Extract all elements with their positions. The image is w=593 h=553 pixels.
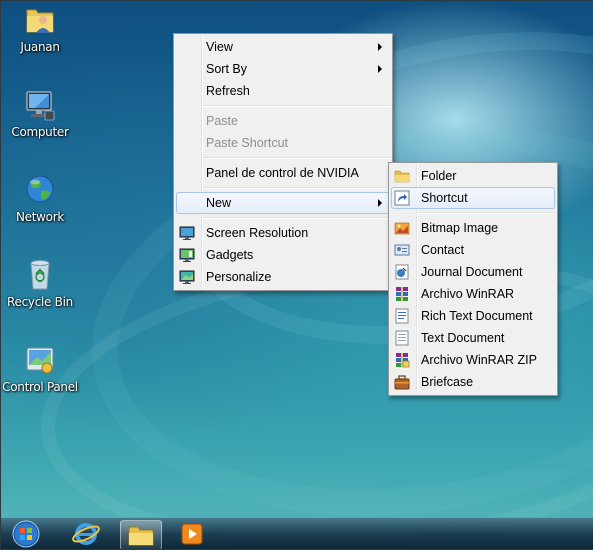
desktop-icon-control-panel[interactable]: Control Panel xyxy=(0,343,80,394)
submenu-arrow-icon xyxy=(378,199,382,207)
menu-item-label: Bitmap Image xyxy=(421,221,499,235)
menu-item-label: Sort By xyxy=(206,62,247,76)
menu-item-label: Screen Resolution xyxy=(206,226,309,240)
shortcut-icon xyxy=(394,190,410,206)
windows-explorer-icon xyxy=(128,526,154,546)
menu-separator xyxy=(418,212,555,214)
menu-separator xyxy=(203,157,390,159)
taskbar-media-player[interactable] xyxy=(172,520,212,548)
menu-item-view[interactable]: View xyxy=(176,36,390,58)
menu-item-label: Gadgets xyxy=(206,248,254,262)
menu-item-personalize[interactable]: Personalize xyxy=(176,266,390,288)
winrar-zip-icon xyxy=(394,352,410,368)
rtf-document-icon xyxy=(394,308,410,324)
menu-item-new-winrar-zip[interactable]: Archivo WinRAR ZIP xyxy=(391,349,555,371)
menu-item-paste: Paste xyxy=(176,110,390,132)
menu-item-new-text-document[interactable]: Text Document xyxy=(391,327,555,349)
folder-icon xyxy=(394,168,410,184)
menu-separator xyxy=(203,187,390,189)
menu-item-new-winrar-archive[interactable]: Archivo WinRAR xyxy=(391,283,555,305)
new-submenu: Folder Shortcut Bitmap Image Contact Jou… xyxy=(388,162,558,396)
menu-item-sort-by[interactable]: Sort By xyxy=(176,58,390,80)
menu-item-refresh[interactable]: Refresh xyxy=(176,80,390,102)
computer-icon xyxy=(23,88,57,122)
contact-card-icon xyxy=(394,242,410,258)
menu-item-label: View xyxy=(206,40,233,54)
menu-item-new-journal-document[interactable]: Journal Document xyxy=(391,261,555,283)
menu-item-new[interactable]: New xyxy=(176,192,390,214)
menu-item-label: Contact xyxy=(421,243,465,257)
user-folder-icon xyxy=(23,3,57,37)
internet-explorer-icon xyxy=(72,523,100,545)
desktop-icon-network[interactable]: Network xyxy=(0,173,80,224)
submenu-arrow-icon xyxy=(378,43,382,51)
start-orb-icon xyxy=(12,520,40,548)
menu-item-gadgets[interactable]: Gadgets xyxy=(176,244,390,266)
journal-icon xyxy=(394,264,410,280)
menu-item-label: Archivo WinRAR ZIP xyxy=(421,353,537,367)
desktop-icon-recycle-bin[interactable]: Recycle Bin xyxy=(0,258,80,309)
desktop-icon-label: Computer xyxy=(11,125,69,139)
menu-item-nvidia-control-panel[interactable]: Panel de control de NVIDIA xyxy=(176,162,390,184)
menu-item-label: Rich Text Document xyxy=(421,309,533,323)
menu-separator xyxy=(203,217,390,219)
menu-item-new-briefcase[interactable]: Briefcase xyxy=(391,371,555,393)
text-document-icon xyxy=(394,330,410,346)
taskbar-internet-explorer[interactable] xyxy=(66,520,106,548)
desktop-icon-label: Recycle Bin xyxy=(7,295,73,309)
menu-item-label: Personalize xyxy=(206,270,272,284)
taskbar xyxy=(0,517,593,550)
menu-item-label: Refresh xyxy=(206,84,250,98)
menu-item-label: Folder xyxy=(421,169,457,183)
menu-separator xyxy=(203,105,390,107)
start-button[interactable] xyxy=(6,520,46,548)
menu-item-label: Panel de control de NVIDIA xyxy=(206,166,359,180)
recycle-bin-icon xyxy=(23,258,57,292)
media-player-icon xyxy=(181,523,203,545)
menu-item-label: Archivo WinRAR xyxy=(421,287,515,301)
submenu-arrow-icon xyxy=(378,65,382,73)
menu-item-new-bitmap-image[interactable]: Bitmap Image xyxy=(391,217,555,239)
menu-item-new-shortcut[interactable]: Shortcut xyxy=(391,187,555,209)
menu-item-screen-resolution[interactable]: Screen Resolution xyxy=(176,222,390,244)
menu-item-new-rich-text-document[interactable]: Rich Text Document xyxy=(391,305,555,327)
desktop-icon-label: Control Panel xyxy=(2,380,78,394)
briefcase-icon xyxy=(394,374,410,390)
desktop-icon-user-folder[interactable]: Juanan xyxy=(0,3,80,54)
control-panel-icon xyxy=(23,343,57,377)
taskbar-windows-explorer[interactable] xyxy=(120,520,162,550)
desktop-icon-computer[interactable]: Computer xyxy=(0,88,80,139)
desktop-context-menu: View Sort By Refresh Paste Paste Shortcu… xyxy=(173,33,393,291)
menu-item-label: Paste Shortcut xyxy=(206,136,288,150)
menu-item-label: Briefcase xyxy=(421,375,474,389)
menu-item-new-folder[interactable]: Folder xyxy=(391,165,555,187)
desktop-icon-label: Juanan xyxy=(20,40,60,54)
menu-item-new-contact[interactable]: Contact xyxy=(391,239,555,261)
menu-item-paste-shortcut: Paste Shortcut xyxy=(176,132,390,154)
gadgets-icon xyxy=(179,247,195,263)
monitor-icon xyxy=(179,225,195,241)
winrar-icon xyxy=(394,286,410,302)
desktop-icon-label: Network xyxy=(15,210,64,224)
menu-item-label: Paste xyxy=(206,114,238,128)
menu-item-label: Text Document xyxy=(421,331,505,345)
menu-item-label: Journal Document xyxy=(421,265,523,279)
menu-item-label: Shortcut xyxy=(421,191,468,205)
menu-item-label: New xyxy=(206,196,232,210)
network-globe-icon xyxy=(23,173,57,207)
bitmap-icon xyxy=(394,220,410,236)
personalize-icon xyxy=(179,269,195,285)
